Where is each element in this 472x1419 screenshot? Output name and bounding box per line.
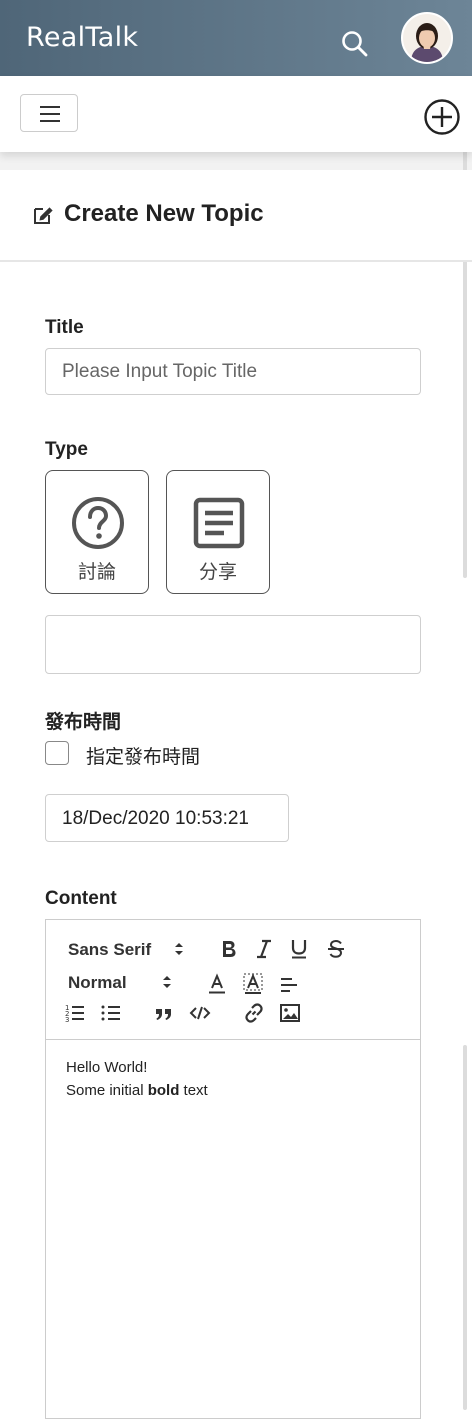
page-title: Create New Topic — [64, 200, 264, 227]
editor-content[interactable]: Hello World! Some initial bold text — [66, 1056, 208, 1102]
size-select[interactable]: Normal — [68, 973, 127, 993]
title-placeholder: Please Input Topic Title — [62, 361, 258, 382]
code-icon[interactable] — [189, 1002, 211, 1024]
bullet-list-icon[interactable] — [100, 1002, 122, 1024]
content-text: Some initial — [66, 1082, 148, 1099]
underline-icon[interactable] — [288, 938, 310, 960]
strike-icon[interactable] — [325, 938, 347, 960]
image-icon[interactable] — [279, 1002, 301, 1024]
scrollbar[interactable] — [463, 90, 467, 578]
title-label: Title — [45, 317, 84, 338]
ordered-list-icon[interactable]: 123 — [64, 1002, 86, 1024]
rich-text-editor: Sans Serif Normal 123 Hello World! Some … — [45, 919, 421, 1419]
plus-circle-icon[interactable] — [423, 98, 461, 136]
content-text: text — [179, 1082, 208, 1099]
title-input[interactable]: Please Input Topic Title — [45, 348, 421, 395]
editor-toolbar: Sans Serif Normal 123 — [46, 920, 420, 1040]
content-bold-text: bold — [147, 1082, 180, 1099]
app-title: RealTalk — [26, 22, 139, 53]
type-extra-field[interactable] — [45, 615, 421, 674]
app-bar: RealTalk — [0, 0, 472, 76]
section-divider — [0, 152, 472, 170]
scrollbar[interactable] — [463, 1045, 467, 1410]
question-circle-icon — [70, 495, 126, 551]
edit-icon — [32, 204, 54, 226]
align-icon[interactable] — [278, 973, 300, 995]
background-color-icon[interactable] — [242, 973, 264, 995]
svg-text:3: 3 — [65, 1016, 69, 1024]
type-option-share[interactable]: 分享 — [166, 470, 270, 594]
blockquote-icon[interactable] — [153, 1002, 175, 1024]
font-select[interactable]: Sans Serif — [68, 940, 151, 960]
schedule-checkbox-label[interactable]: 指定發布時間 — [86, 742, 200, 769]
top-toolbar — [0, 76, 472, 152]
content-line: Hello World! — [66, 1059, 148, 1076]
type-option-label: 分享 — [198, 562, 237, 583]
page-header: Create New Topic — [0, 170, 472, 262]
search-icon[interactable] — [340, 28, 370, 60]
bold-icon[interactable] — [218, 938, 240, 960]
type-option-discussion[interactable]: 討論 — [45, 470, 149, 594]
avatar[interactable] — [401, 12, 453, 64]
italic-icon[interactable] — [253, 938, 275, 960]
publish-datetime-value: 18/Dec/2020 10:53:21 — [62, 808, 249, 829]
select-arrows-icon[interactable] — [160, 971, 174, 993]
publish-time-label: 發布時間 — [45, 712, 122, 733]
article-icon — [191, 495, 247, 551]
link-icon[interactable] — [243, 1002, 265, 1024]
content-label: Content — [45, 888, 117, 909]
type-option-label: 討論 — [77, 562, 116, 583]
hamburger-menu-button[interactable] — [20, 94, 78, 132]
schedule-checkbox[interactable] — [45, 741, 69, 765]
publish-datetime-input[interactable]: 18/Dec/2020 10:53:21 — [45, 794, 289, 842]
text-color-icon[interactable] — [206, 973, 228, 995]
type-label: Type — [45, 439, 88, 460]
select-arrows-icon[interactable] — [172, 938, 186, 960]
content-line: Some initial bold text — [66, 1079, 208, 1102]
